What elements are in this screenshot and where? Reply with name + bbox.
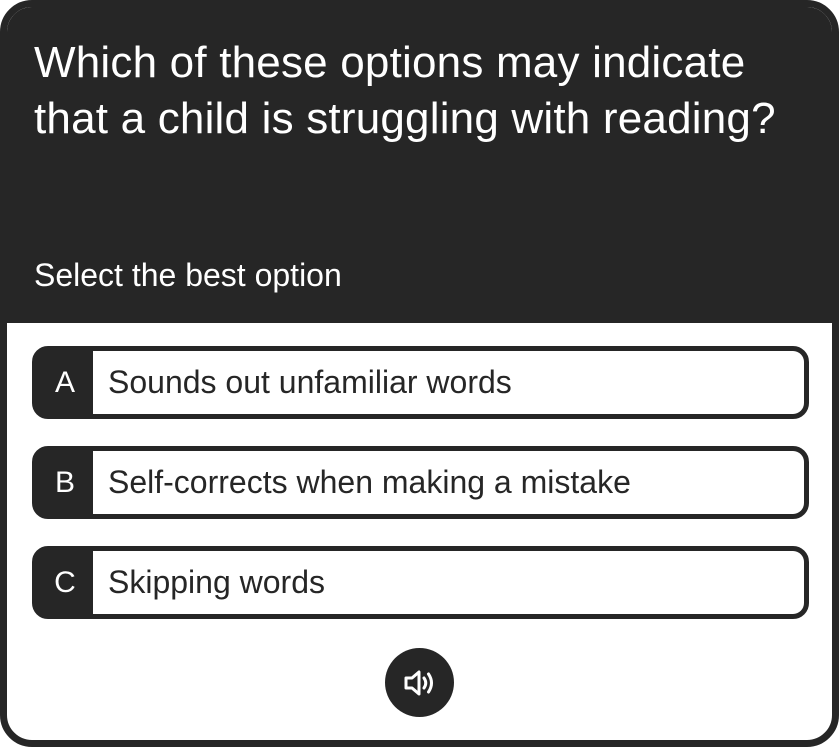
speaker-icon xyxy=(404,670,433,695)
option-c[interactable]: C Skipping words xyxy=(32,546,809,619)
option-label: Sounds out unfamiliar words xyxy=(93,351,804,414)
question-header: Which of these options may indicate that… xyxy=(7,7,832,323)
quiz-card: Which of these options may indicate that… xyxy=(0,0,839,747)
audio-button[interactable] xyxy=(385,648,454,717)
option-letter: B xyxy=(54,465,75,499)
question-text: Which of these options may indicate that… xyxy=(34,38,776,143)
option-label: Skipping words xyxy=(93,551,804,614)
option-label: Self-corrects when making a mistake xyxy=(93,451,804,514)
option-b[interactable]: B Self-corrects when making a mistake xyxy=(32,446,809,519)
instruction-text: Select the best option xyxy=(34,257,342,293)
options-list: A Sounds out unfamiliar words B Self-cor… xyxy=(32,346,809,646)
option-letter: C xyxy=(54,565,76,599)
option-a[interactable]: A Sounds out unfamiliar words xyxy=(32,346,809,419)
option-letter: A xyxy=(54,365,75,399)
